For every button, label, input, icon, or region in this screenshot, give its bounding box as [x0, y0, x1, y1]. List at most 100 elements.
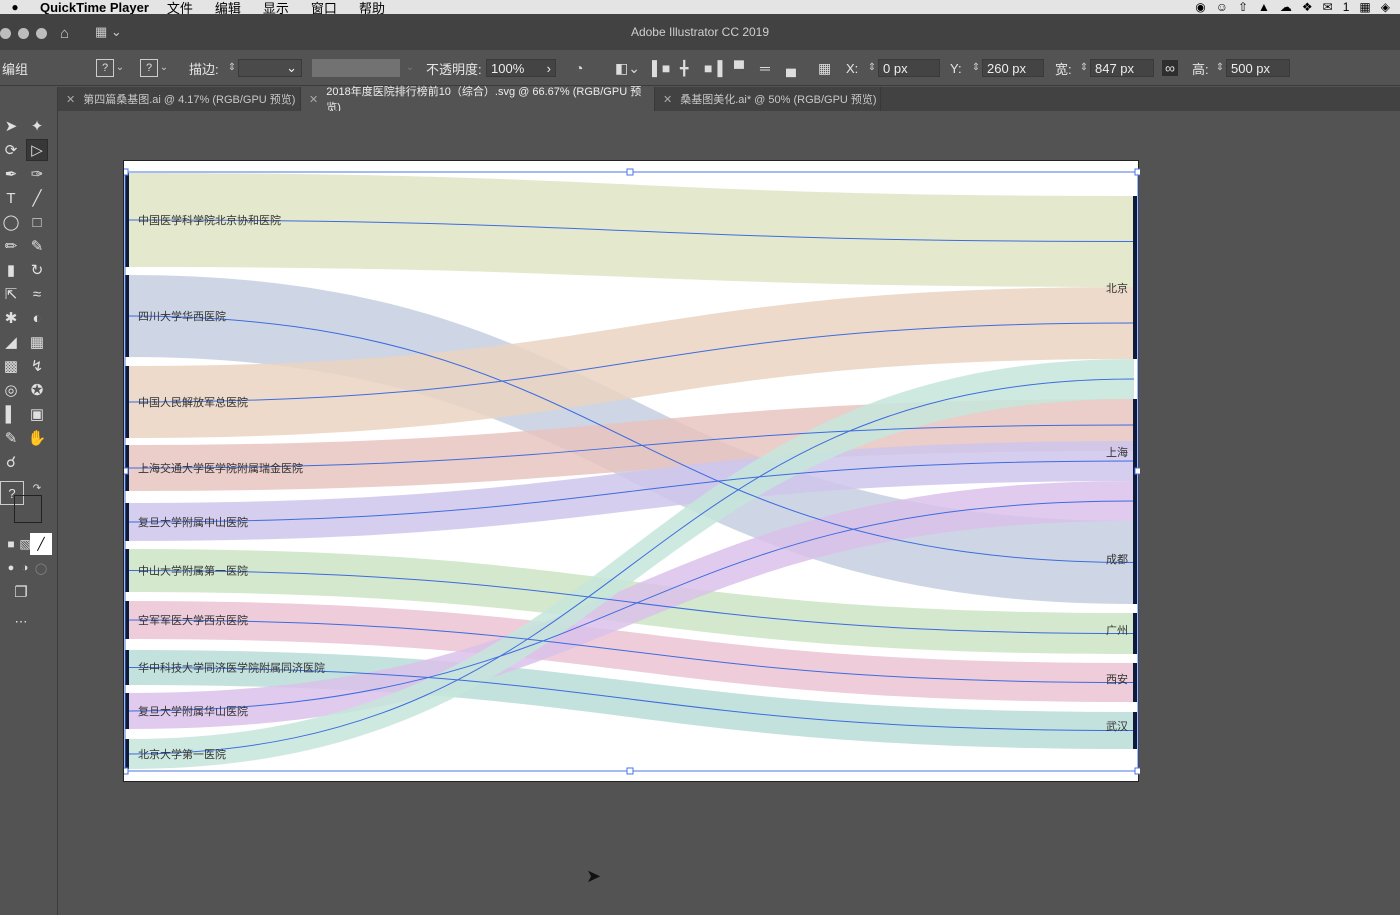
x-field[interactable]: ⇕ 0 px	[866, 59, 940, 77]
eyedropper-tool-icon[interactable]: ↯	[26, 355, 48, 377]
stroke-weight-field[interactable]: ⇕ ⌄	[226, 59, 302, 77]
cat-icon[interactable]: ☺	[1216, 0, 1228, 14]
shape-builder-tool-icon[interactable]: ◐	[26, 307, 48, 329]
apple-icon[interactable]: ●	[0, 0, 30, 14]
stepper-icon[interactable]: ⇕	[1214, 63, 1226, 73]
more-tools-icon[interactable]: ⋯	[10, 611, 32, 633]
align-middle-button[interactable]: ═	[760, 59, 770, 77]
window-titlebar: ⌂ ▦ ⌄ Adobe Illustrator CC 2019	[0, 14, 1400, 50]
network-icon[interactable]: ◈	[1381, 0, 1390, 14]
paintbrush-tool-icon[interactable]: ✏	[0, 235, 22, 257]
tab-label: 第四篇桑基图.ai @ 4.17% (RGB/GPU 预览)	[83, 94, 296, 106]
selection-handle	[124, 767, 129, 775]
document-tabs: ✕ 第四篇桑基图.ai @ 4.17% (RGB/GPU 预览) ✕ 2018年度医…	[58, 86, 1400, 114]
blob-brush-tool-icon[interactable]: ✎	[26, 235, 48, 257]
scale-tool-icon[interactable]: ⇱	[0, 283, 22, 305]
y-field[interactable]: ⇕ 260 px	[970, 59, 1044, 77]
slice-tool-icon[interactable]: ✎	[0, 427, 22, 449]
rotate-tool-icon[interactable]: ↻	[26, 259, 48, 281]
recolor-icon: ◔	[575, 60, 584, 76]
sankey-link	[128, 173, 1134, 287]
selection-tool-icon[interactable]: ➤	[0, 115, 22, 137]
symbol-sprayer-tool-icon[interactable]: ✪	[26, 379, 48, 401]
width-field[interactable]: ⇕ 847 px	[1078, 59, 1154, 77]
compass-icon[interactable]: ❖	[1302, 0, 1313, 14]
sankey-target-node	[1133, 196, 1137, 359]
stepper-icon[interactable]: ⇕	[970, 63, 982, 73]
variable-width-profile[interactable]: ⌄	[312, 59, 416, 77]
warp-tool-icon[interactable]: ≈	[26, 283, 48, 305]
screen-mode-icon[interactable]: ❐	[10, 581, 32, 603]
recolor-button[interactable]: ◔	[575, 59, 583, 77]
stepper-icon[interactable]: ⇕	[866, 63, 878, 73]
stroke-color-swatch[interactable]	[14, 495, 42, 523]
record-icon[interactable]: ◉	[1195, 0, 1205, 14]
draw-inside-icon[interactable]: ◯	[30, 557, 52, 579]
tab-document-3[interactable]: ✕ 桑基图美化.ai* @ 50% (RGB/GPU 预览)	[655, 87, 881, 111]
perspective-grid-tool-icon[interactable]: ◢	[0, 331, 22, 353]
align-right-button[interactable]: ■▐	[704, 59, 722, 77]
align-left-button[interactable]: ▌■	[652, 59, 670, 77]
link-icon: ∞	[1162, 60, 1178, 76]
zoom-tool-icon[interactable]: ☌	[0, 451, 22, 473]
height-input[interactable]: 500 px	[1226, 59, 1290, 77]
stepper-icon[interactable]: ⇕	[226, 63, 238, 73]
sankey-source-label: 复旦大学附属中山医院	[138, 515, 248, 529]
stepper-icon[interactable]: ⇕	[1078, 63, 1090, 73]
align-center-button[interactable]: ╋	[680, 59, 688, 77]
ellipse-tool-icon[interactable]: ◯	[0, 211, 22, 233]
close-tab-icon[interactable]: ✕	[309, 93, 318, 106]
sankey-target-node	[1133, 613, 1137, 654]
height-value: 500 px	[1231, 60, 1271, 76]
pen-tool-icon[interactable]: ✒	[0, 163, 22, 185]
gradient-tool-icon[interactable]: ▩	[0, 355, 22, 377]
close-tab-icon[interactable]: ✕	[663, 93, 672, 106]
eraser-tool-icon[interactable]: ▮	[0, 259, 22, 281]
hand-tool-icon[interactable]: ✋	[26, 427, 48, 449]
line-tool-icon[interactable]: ╱	[26, 187, 48, 209]
mouse-cursor-icon: ➤	[586, 866, 602, 886]
artboard[interactable]: 中国医学科学院北京协和医院 四川大学华西医院 中国人民解放军总医院 上海交通大学医学院…	[123, 160, 1140, 783]
puppet-warp-tool-icon[interactable]: ✱	[0, 307, 22, 329]
direct-selection-tool-icon[interactable]: ▷	[26, 139, 48, 161]
graph-tool-icon[interactable]: ▌	[0, 403, 22, 425]
wechat-icon[interactable]: ✉	[1323, 0, 1333, 14]
mesh-tool-icon[interactable]: ▦	[26, 331, 48, 353]
shield-icon[interactable]: ▲	[1258, 0, 1270, 14]
artboard-tool-icon[interactable]: ▣	[26, 403, 48, 425]
height-field[interactable]: ⇕ 500 px	[1214, 59, 1290, 77]
y-input[interactable]: 260 px	[982, 59, 1044, 77]
opacity-field[interactable]: 100% ›	[486, 59, 556, 77]
transform-button[interactable]: ◧⌄	[615, 59, 640, 77]
x-input[interactable]: 0 px	[878, 59, 940, 77]
sankey-source-node	[125, 173, 129, 267]
opacity-input[interactable]: 100% ›	[486, 59, 556, 77]
grid-icon[interactable]: ▦	[1359, 0, 1370, 14]
fill-swatch[interactable]: ? ⌄	[96, 59, 126, 77]
blend-tool-icon[interactable]: ◎	[0, 379, 22, 401]
cloud-icon[interactable]: ☁	[1280, 0, 1292, 14]
align-top-button[interactable]: ▀	[734, 59, 744, 77]
tab-document-2[interactable]: ✕ 2018年度医院排行榜前10（综合）.svg @ 66.67% (RGB/GP…	[301, 86, 655, 114]
stroke-weight-input[interactable]: ⌄	[238, 59, 302, 77]
reference-point-button[interactable]: ▦	[818, 59, 831, 77]
none-mode-icon[interactable]: ╱	[30, 533, 52, 555]
align-bottom-button[interactable]: ▄	[786, 59, 796, 77]
app-name-menu[interactable]: QuickTime Player	[40, 0, 149, 15]
sankey-source-label: 中山大学附属第一医院	[138, 564, 248, 578]
sankey-diagram[interactable]: 中国医学科学院北京协和医院四川大学华西医院中国人民解放军总医院上海交通大学医学院…	[124, 161, 1140, 783]
curvature-tool-icon[interactable]: ✑	[26, 163, 48, 185]
upload-icon[interactable]: ⇧	[1238, 0, 1248, 14]
close-tab-icon[interactable]: ✕	[66, 93, 75, 106]
stroke-swatch[interactable]: ? ⌄	[140, 59, 170, 77]
type-tool-icon[interactable]: T	[0, 187, 22, 209]
width-input[interactable]: 847 px	[1090, 59, 1154, 77]
tab-document-1[interactable]: ✕ 第四篇桑基图.ai @ 4.17% (RGB/GPU 预览)	[58, 87, 301, 111]
constrain-proportions-button[interactable]: ∞	[1162, 59, 1178, 77]
rotate-view-tool-icon[interactable]: ⟳	[0, 139, 22, 161]
rectangle-tool-icon[interactable]: □	[26, 211, 48, 233]
magic-wand-tool-icon[interactable]: ✦	[26, 115, 48, 137]
align-middle-icon: ═	[760, 60, 770, 76]
sankey-target-node	[1133, 399, 1137, 521]
sankey-target-label: 成都	[1106, 553, 1128, 566]
